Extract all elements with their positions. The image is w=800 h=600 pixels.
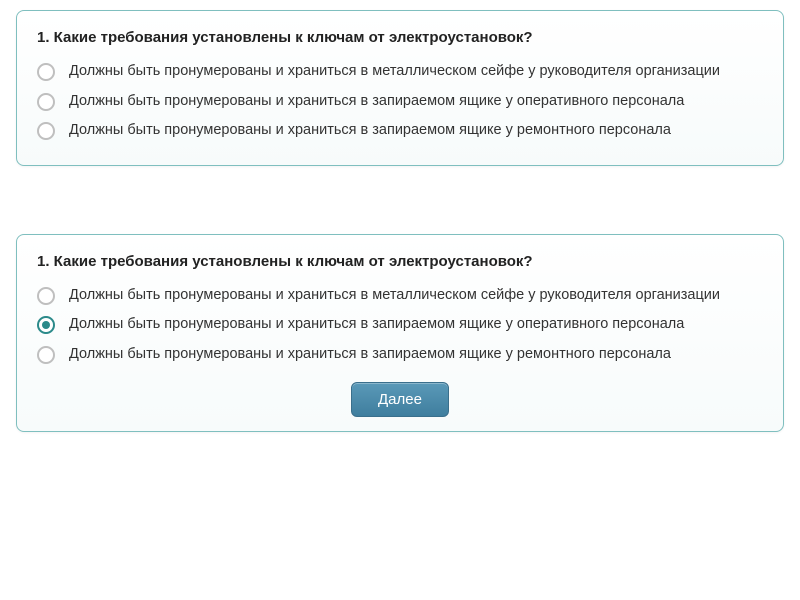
question-card-2: 1. Какие требования установлены к ключам…: [16, 234, 784, 433]
radio-icon: [37, 122, 55, 140]
radio-icon: [37, 316, 55, 334]
question-text: 1. Какие требования установлены к ключам…: [37, 29, 763, 46]
option-label: Должны быть пронумерованы и храниться в …: [69, 62, 720, 82]
option-1[interactable]: Должны быть пронумерованы и храниться в …: [37, 62, 763, 82]
option-label: Должны быть пронумерованы и храниться в …: [69, 345, 671, 365]
option-label: Должны быть пронумерованы и храниться в …: [69, 286, 720, 306]
question-card-1: 1. Какие требования установлены к ключам…: [16, 10, 784, 166]
option-label: Должны быть пронумерованы и храниться в …: [69, 92, 684, 112]
next-button[interactable]: Далее: [351, 382, 449, 417]
radio-icon: [37, 63, 55, 81]
radio-icon: [37, 287, 55, 305]
question-text: 1. Какие требования установлены к ключам…: [37, 253, 763, 270]
option-2[interactable]: Должны быть пронумерованы и храниться в …: [37, 315, 763, 335]
radio-icon: [37, 346, 55, 364]
option-3[interactable]: Должны быть пронумерованы и храниться в …: [37, 121, 763, 141]
option-3[interactable]: Должны быть пронумерованы и храниться в …: [37, 345, 763, 365]
radio-icon: [37, 93, 55, 111]
option-label: Должны быть пронумерованы и храниться в …: [69, 121, 671, 141]
option-1[interactable]: Должны быть пронумерованы и храниться в …: [37, 286, 763, 306]
option-2[interactable]: Должны быть пронумерованы и храниться в …: [37, 92, 763, 112]
button-row: Далее: [37, 382, 763, 417]
option-label: Должны быть пронумерованы и храниться в …: [69, 315, 684, 335]
